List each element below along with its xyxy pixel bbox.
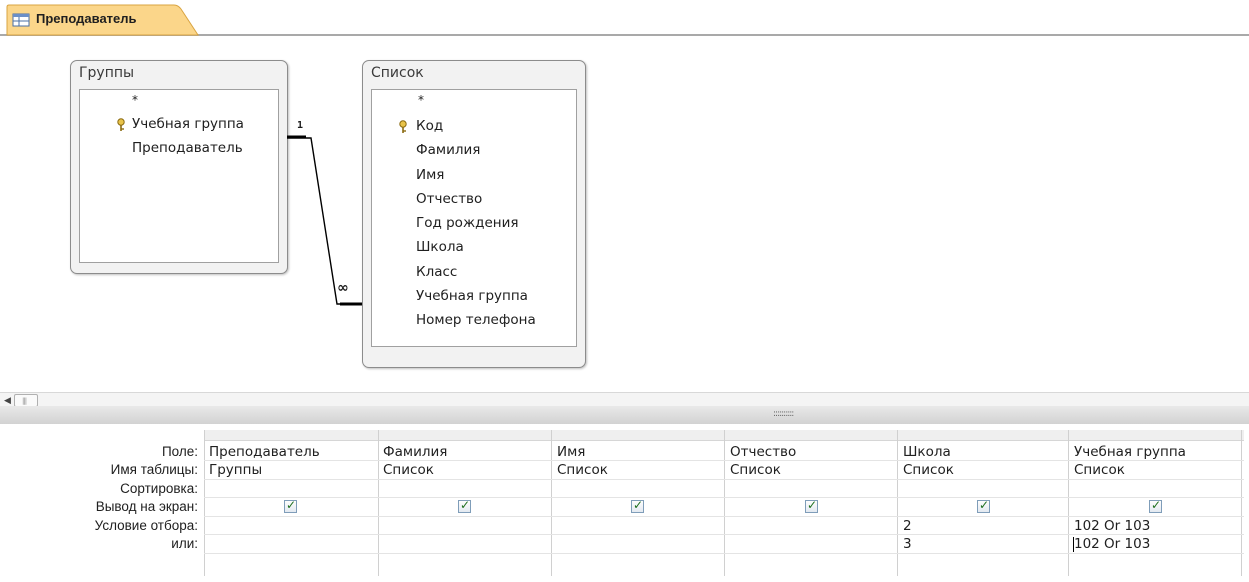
relationship-many-label: ∞ [337,280,349,296]
tab-label: Преподаватель [36,11,137,26]
or-cell[interactable]: 3 [903,536,912,552]
grid-row-divider [204,553,1244,554]
show-checkbox[interactable]: ✓ [1149,498,1162,513]
show-checkbox[interactable]: ✓ [458,498,471,513]
show-checkbox[interactable]: ✓ [805,498,818,513]
show-checkbox[interactable]: ✓ [977,498,990,513]
check-icon: ✓ [1151,498,1162,512]
grid-row-divider [204,516,1244,517]
grid-row-divider [204,460,1244,461]
grid-divider [551,430,552,576]
table-cell[interactable]: Список [903,462,954,478]
query-design-grid: Поле: Имя таблицы: Сортировка: Вывод на … [0,424,1249,582]
or-cell[interactable]: 102 Or 103 [1074,536,1150,552]
field-cell[interactable]: Учебная группа [1074,444,1186,460]
field-cell[interactable]: Преподаватель [209,444,320,460]
pane-splitter[interactable]: :::::::::: [0,406,1249,425]
table-cell[interactable]: Группы [209,462,262,478]
table-cell[interactable]: Список [383,462,434,478]
field-cell[interactable]: Отчество [730,444,796,460]
row-label-criteria: Условие отбора: [94,518,198,533]
horizontal-scrollbar[interactable]: ◀ ||| [0,392,1249,407]
row-label-field: Поле: [161,444,198,459]
grid-divider [724,430,725,576]
scroll-left-arrow-icon[interactable]: ◀ [4,396,11,406]
query-icon [12,13,30,27]
row-label-table: Имя таблицы: [110,462,198,477]
grid-divider [897,430,898,576]
table-cell[interactable]: Список [730,462,781,478]
check-icon: ✓ [979,498,990,512]
show-checkbox[interactable]: ✓ [631,498,644,513]
check-icon: ✓ [286,498,297,512]
field-cell[interactable]: Школа [903,444,951,460]
grid-divider [378,430,379,576]
grid-row-divider [204,497,1244,498]
grid-row-divider [204,534,1244,535]
show-checkbox[interactable]: ✓ [284,498,297,513]
grid-row-divider [204,479,1244,480]
grid-divider [1241,430,1242,576]
text-cursor [1073,537,1074,552]
check-icon: ✓ [807,498,818,512]
field-cell[interactable]: Имя [557,444,585,460]
grip-icon: ||| [22,397,27,405]
table-cell[interactable]: Список [1074,462,1125,478]
grid-divider [204,430,205,576]
splitter-grip-icon: :::::::::: [773,409,794,419]
relationship-one-label: 1 [297,120,304,131]
query-document-tab[interactable]: Преподаватель [6,4,199,36]
table-cell[interactable]: Список [557,462,608,478]
field-cell[interactable]: Фамилия [383,444,447,460]
row-label-or: или: [171,536,198,551]
query-design-pane: Группы * Учебная группа Преподаватель Сп… [0,36,1249,392]
relationship-line[interactable] [0,36,1249,392]
row-label-show: Вывод на экран: [95,499,198,514]
row-label-sort: Сортировка: [120,481,198,496]
check-icon: ✓ [460,498,471,512]
criteria-cell[interactable]: 2 [903,518,912,534]
document-tab-strip: Преподаватель [0,0,1249,36]
grid-divider [1068,430,1069,576]
criteria-cell[interactable]: 102 Or 103 [1074,518,1150,534]
check-icon: ✓ [633,498,644,512]
